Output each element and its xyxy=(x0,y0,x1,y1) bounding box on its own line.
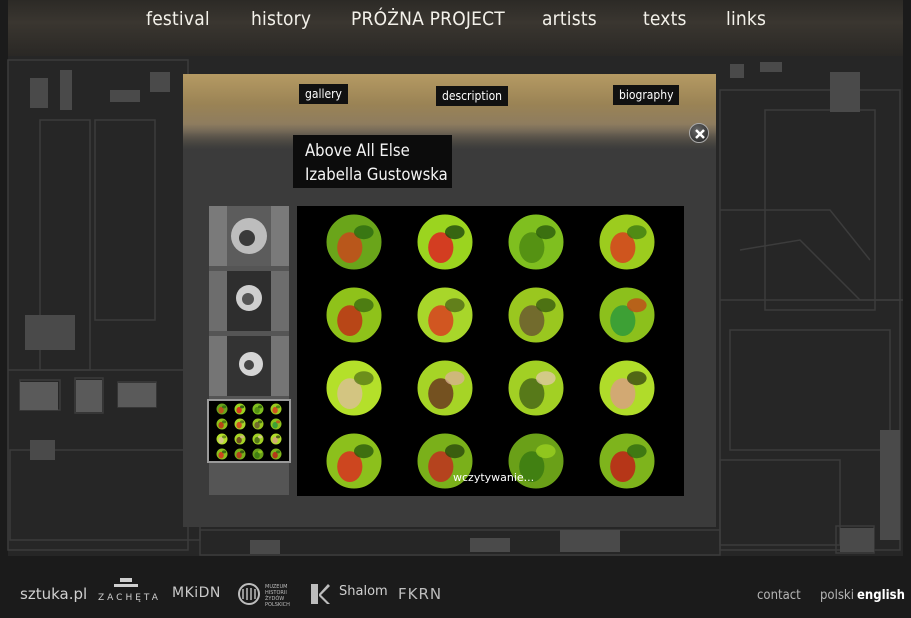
photo-circle xyxy=(233,432,247,446)
photo-circle xyxy=(269,432,283,446)
gallery-image xyxy=(325,213,656,490)
photo-circle xyxy=(325,432,383,490)
language-english[interactable]: english xyxy=(857,588,905,603)
photo-circle xyxy=(325,359,383,417)
photo-circle xyxy=(215,402,229,416)
photo-circle xyxy=(416,359,474,417)
tab-gallery[interactable]: gallery xyxy=(299,84,348,104)
photo-circle xyxy=(325,213,383,271)
photo-circle xyxy=(251,447,265,461)
nav-prozna-project[interactable]: PRÓŻNA PROJECT xyxy=(351,8,505,30)
photo-circle xyxy=(233,447,247,461)
photo-circle xyxy=(215,432,229,446)
photo-circle xyxy=(598,286,656,344)
close-icon xyxy=(695,129,705,139)
artwork-title-box: Above All Else Izabella Gustowska xyxy=(293,135,452,188)
gallery-thumbnail-selected[interactable] xyxy=(207,399,291,463)
gallery-thumbnail[interactable] xyxy=(209,271,289,331)
language-polish[interactable]: polski xyxy=(820,588,854,603)
gallery-thumbnail[interactable] xyxy=(209,336,289,396)
photo-circle xyxy=(251,417,265,431)
photo-circle xyxy=(507,286,565,344)
photo-circle xyxy=(416,213,474,271)
photo-circle xyxy=(507,359,565,417)
photo-circle xyxy=(251,402,265,416)
fkrn-logo[interactable]: FKRN xyxy=(398,585,442,603)
photo-circle xyxy=(598,213,656,271)
photo-circle xyxy=(269,417,283,431)
nav-artists[interactable]: artists xyxy=(542,8,597,30)
institute-logo[interactable] xyxy=(308,582,332,610)
nav-festival[interactable]: festival xyxy=(146,8,210,30)
photo-circle xyxy=(507,213,565,271)
svg-text:POLSKICH: POLSKICH xyxy=(265,602,290,608)
zacheta-logo[interactable]: ZACHĘTA xyxy=(98,576,170,610)
nav-texts[interactable]: texts xyxy=(643,8,687,30)
photo-circle xyxy=(269,447,283,461)
tab-biography[interactable]: biography xyxy=(613,85,680,105)
photo-circle xyxy=(416,286,474,344)
svg-text:ŻYDÓW: ŻYDÓW xyxy=(265,595,284,602)
gallery-image-viewer[interactable]: wczytywanie... xyxy=(297,206,684,496)
photo-circle xyxy=(598,432,656,490)
photo-circle xyxy=(233,402,247,416)
artist-name: Izabella Gustowska xyxy=(305,165,448,184)
photo-circle xyxy=(325,286,383,344)
top-navigation-bar: festival history PRÓŻNA PROJECT artists … xyxy=(8,0,903,56)
photo-circle xyxy=(233,417,247,431)
photo-circle xyxy=(251,432,265,446)
nav-history[interactable]: history xyxy=(251,8,311,30)
gallery-thumbnail[interactable] xyxy=(209,206,289,266)
sztuka-logo[interactable]: sztuka.pl xyxy=(20,585,87,603)
photo-circle xyxy=(598,359,656,417)
close-button[interactable] xyxy=(689,123,709,143)
shalom-logo[interactable]: Shalom xyxy=(339,584,388,599)
nav-links[interactable]: links xyxy=(726,8,766,30)
photo-circle xyxy=(215,447,229,461)
thumbnail-strip xyxy=(207,206,291,495)
photo-circle xyxy=(269,402,283,416)
photo-circle xyxy=(215,417,229,431)
contact-link[interactable]: contact xyxy=(757,588,801,603)
loading-text: wczytywanie... xyxy=(453,471,535,484)
museum-logo[interactable]: MUZEUM HISTORII ŻYDÓW POLSKICH xyxy=(238,582,302,612)
tab-description[interactable]: description xyxy=(436,86,509,106)
mkidn-logo[interactable]: MKiDN xyxy=(172,585,221,601)
artwork-modal: gallery description biography Above All … xyxy=(183,74,716,527)
artwork-title: Above All Else xyxy=(305,141,410,160)
svg-text:ZACHĘTA: ZACHĘTA xyxy=(98,593,161,603)
